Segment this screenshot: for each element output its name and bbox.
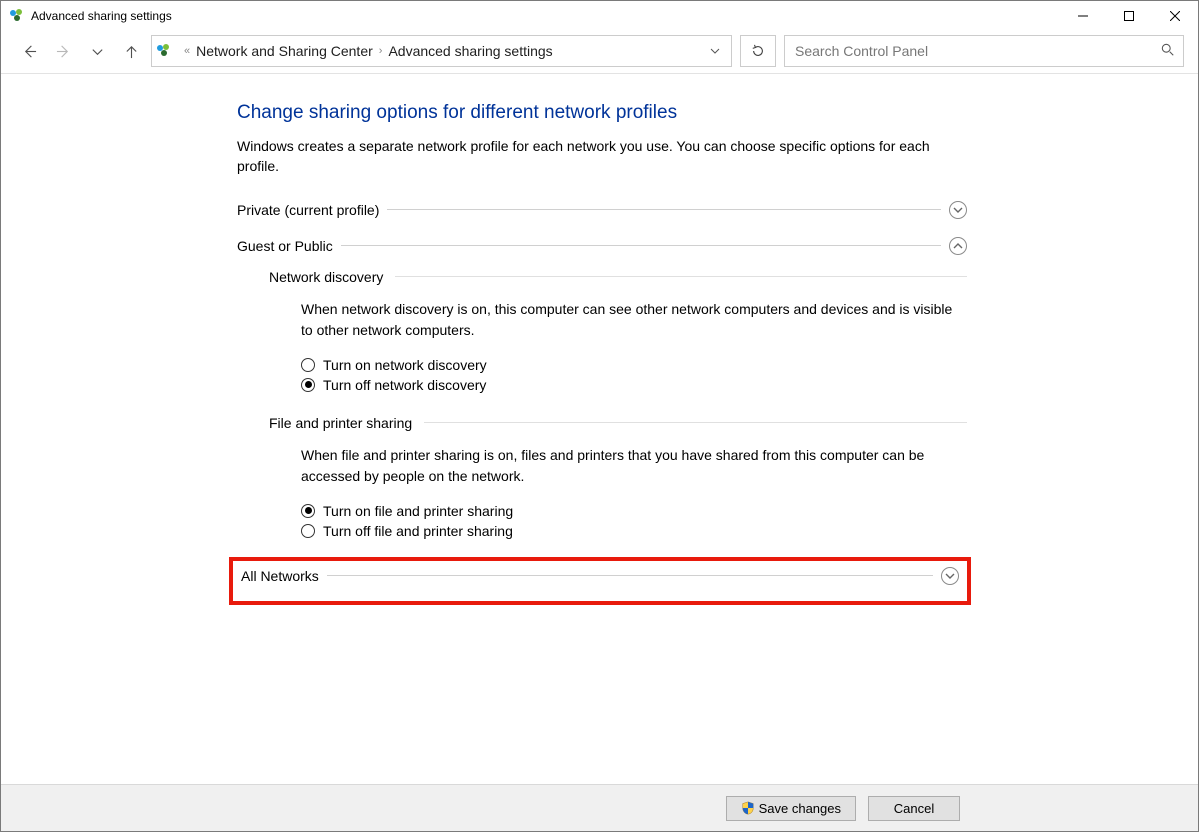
address-dropdown-button[interactable] — [703, 46, 727, 56]
breadcrumb-current[interactable]: Advanced sharing settings — [388, 43, 552, 59]
subsection-label: Network discovery — [269, 269, 383, 285]
radio-label: Turn on file and printer sharing — [323, 503, 513, 519]
recent-locations-button[interactable] — [83, 37, 111, 65]
breadcrumb-parent[interactable]: Network and Sharing Center — [196, 43, 373, 59]
profile-private-header[interactable]: Private (current profile) — [237, 201, 967, 219]
refresh-button[interactable] — [740, 35, 776, 67]
radio-turn-off-file-printer-sharing[interactable]: Turn off file and printer sharing — [301, 523, 967, 539]
uac-shield-icon — [741, 801, 755, 815]
profile-guest-label: Guest or Public — [237, 238, 333, 254]
network-discovery-section: Network discovery When network discovery… — [269, 269, 967, 393]
back-button[interactable] — [15, 37, 43, 65]
address-bar[interactable]: « Network and Sharing Center › Advanced … — [151, 35, 732, 67]
minimize-button[interactable] — [1060, 1, 1106, 31]
window-title: Advanced sharing settings — [31, 9, 172, 23]
close-button[interactable] — [1152, 1, 1198, 31]
radio-icon — [301, 378, 315, 392]
search-icon[interactable] — [1161, 43, 1175, 60]
search-input[interactable] — [793, 42, 1161, 60]
profile-private-label: Private (current profile) — [237, 202, 379, 218]
all-networks-highlight: All Networks — [229, 557, 971, 605]
control-panel-icon — [156, 43, 172, 59]
file-printer-sharing-radio-group: Turn on file and printer sharing Turn of… — [301, 503, 967, 539]
network-discovery-heading: Network discovery — [269, 269, 967, 285]
cancel-button[interactable]: Cancel — [868, 796, 960, 821]
file-printer-sharing-section: File and printer sharing When file and p… — [269, 415, 967, 539]
subsection-label: File and printer sharing — [269, 415, 412, 431]
chevron-up-icon[interactable] — [949, 237, 967, 255]
nav-toolbar: « Network and Sharing Center › Advanced … — [1, 31, 1198, 71]
profile-guest-header[interactable]: Guest or Public — [237, 237, 967, 255]
button-label: Cancel — [894, 801, 934, 816]
radio-turn-on-file-printer-sharing[interactable]: Turn on file and printer sharing — [301, 503, 967, 519]
search-box[interactable] — [784, 35, 1184, 67]
radio-icon — [301, 358, 315, 372]
radio-turn-off-network-discovery[interactable]: Turn off network discovery — [301, 377, 967, 393]
file-printer-sharing-description: When file and printer sharing is on, fil… — [301, 445, 967, 487]
page-title: Change sharing options for different net… — [237, 102, 967, 124]
chevron-right-icon: › — [379, 45, 383, 57]
forward-button[interactable] — [49, 37, 77, 65]
chevron-down-icon[interactable] — [941, 567, 959, 585]
network-discovery-radio-group: Turn on network discovery Turn off netwo… — [301, 357, 967, 393]
titlebar: Advanced sharing settings — [1, 1, 1198, 31]
radio-label: Turn off file and printer sharing — [323, 523, 513, 539]
button-label: Save changes — [759, 801, 841, 816]
chevron-down-icon[interactable] — [949, 201, 967, 219]
save-changes-button[interactable]: Save changes — [726, 796, 856, 821]
profile-all-networks-label: All Networks — [241, 568, 319, 584]
radio-label: Turn on network discovery — [323, 357, 487, 373]
content-inner: Change sharing options for different net… — [237, 102, 967, 605]
radio-turn-on-network-discovery[interactable]: Turn on network discovery — [301, 357, 967, 373]
page-description: Windows creates a separate network profi… — [237, 136, 967, 177]
address-container: « Network and Sharing Center › Advanced … — [151, 35, 1184, 67]
network-discovery-description: When network discovery is on, this compu… — [301, 299, 967, 341]
radio-icon — [301, 524, 315, 538]
radio-icon — [301, 504, 315, 518]
footer-toolbar: Save changes Cancel — [1, 784, 1198, 831]
up-button[interactable] — [117, 37, 145, 65]
chevron-left-double-icon: « — [184, 45, 190, 57]
control-panel-icon — [9, 8, 25, 24]
content-area: Change sharing options for different net… — [1, 74, 1198, 784]
control-panel-window: Advanced sharing settings — [0, 0, 1199, 832]
file-printer-sharing-heading: File and printer sharing — [269, 415, 967, 431]
radio-label: Turn off network discovery — [323, 377, 486, 393]
maximize-button[interactable] — [1106, 1, 1152, 31]
profile-all-networks-header[interactable]: All Networks — [241, 567, 959, 585]
